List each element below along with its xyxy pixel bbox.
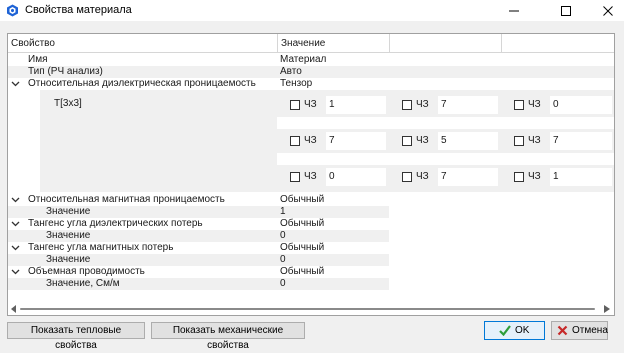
tensor-label: T[3x3]	[54, 98, 82, 109]
property-value[interactable]: 0	[280, 278, 286, 290]
frequency-dependent-label: ЧЗ	[416, 171, 429, 182]
property-label: Тангенс угла диэлектрических потерь	[28, 218, 203, 229]
maximize-button[interactable]	[544, 0, 588, 21]
header-property: Свойство	[11, 38, 55, 49]
show-thermal-properties-button[interactable]: Показать тепловые свойства	[7, 322, 145, 351]
property-row[interactable]: Тангенс угла диэлектрических потерь Обычн…	[8, 218, 614, 230]
show-thermal-properties-label: Показать тепловые свойства	[30, 325, 122, 351]
checkmark-icon	[499, 325, 511, 336]
frequency-dependent-checkbox[interactable]	[402, 172, 412, 182]
frequency-dependent-checkbox[interactable]	[290, 100, 300, 110]
ok-button[interactable]: OK	[484, 321, 545, 340]
header-value: Значение	[281, 38, 326, 49]
frequency-dependent-checkbox[interactable]	[514, 136, 524, 146]
tensor-value-field[interactable]: 5	[438, 132, 498, 150]
scroll-left-icon[interactable]	[11, 305, 17, 313]
frequency-dependent-label: ЧЗ	[528, 135, 541, 146]
property-label: Значение	[46, 230, 91, 241]
property-value[interactable]: Обычный	[280, 242, 324, 254]
tensor-value-field[interactable]: 7	[438, 168, 498, 186]
frequency-dependent-checkbox[interactable]	[514, 172, 524, 182]
property-value[interactable]: 0	[280, 230, 286, 242]
chevron-down-icon[interactable]	[11, 268, 20, 276]
tensor-row-gap	[277, 153, 614, 165]
frequency-dependent-label: ЧЗ	[304, 135, 317, 146]
property-row[interactable]: Относительная магнитная проницаемость Обы…	[8, 194, 614, 206]
cancel-button[interactable]: Отмена	[551, 321, 608, 340]
frequency-dependent-label: ЧЗ	[528, 171, 541, 182]
tensor-value-field[interactable]: 1	[326, 96, 386, 114]
property-row[interactable]: Значение, См/м 0	[8, 278, 389, 290]
show-mechanical-properties-button[interactable]: Показать механические свойства	[151, 322, 305, 351]
show-mechanical-properties-label: Показать механические свойства	[172, 325, 284, 351]
property-row[interactable]: Тангенс угла магнитных потерь Обычный	[8, 242, 614, 254]
frequency-dependent-label: ЧЗ	[416, 99, 429, 110]
frequency-dependent-checkbox[interactable]	[402, 100, 412, 110]
property-value[interactable]: Обычный	[280, 218, 324, 230]
frequency-dependent-label: ЧЗ	[304, 171, 317, 182]
tensor-value-field[interactable]: 1	[550, 168, 612, 186]
close-button[interactable]	[586, 0, 624, 21]
frequency-dependent-checkbox[interactable]	[290, 172, 300, 182]
property-label: Относительная магнитная проницаемость	[28, 194, 225, 205]
property-grid: Свойство Значение Имя Материал Тип (РЧ ана…	[8, 34, 614, 302]
tensor-value-field[interactable]: 0	[326, 168, 386, 186]
property-row[interactable]: Объемная проводимость Обычный	[8, 266, 614, 278]
property-value[interactable]: 1	[280, 206, 286, 218]
property-value[interactable]: Авто	[280, 66, 302, 78]
header-divider[interactable]	[389, 34, 390, 52]
cancel-x-icon	[557, 325, 568, 336]
property-row[interactable]: Относительная диэлектрическая проницаемо…	[8, 78, 614, 90]
chevron-down-icon[interactable]	[11, 220, 20, 228]
tensor-value-field[interactable]: 7	[438, 96, 498, 114]
maximize-icon	[561, 5, 571, 16]
property-row[interactable]: Значение 0	[8, 254, 389, 266]
horizontal-scrollbar[interactable]	[8, 302, 614, 315]
scrollbar-thumb[interactable]	[20, 308, 595, 310]
property-value[interactable]: Тензор	[280, 78, 312, 90]
chevron-down-icon[interactable]	[11, 196, 20, 204]
property-value[interactable]: 0	[280, 254, 286, 266]
property-grid-panel: Свойство Значение Имя Материал Тип (РЧ ана…	[7, 33, 615, 316]
minimize-icon	[509, 10, 519, 11]
frequency-dependent-label: ЧЗ	[528, 99, 541, 110]
property-value[interactable]: Обычный	[280, 194, 324, 206]
chevron-down-icon[interactable]	[11, 80, 20, 88]
frequency-dependent-label: ЧЗ	[304, 99, 317, 110]
header-divider[interactable]	[277, 34, 278, 52]
title-bar: Свойства материала	[0, 0, 624, 21]
property-row[interactable]: Имя Материал	[8, 54, 614, 66]
property-row[interactable]: Значение 1	[8, 206, 389, 218]
property-label: Значение, См/м	[46, 278, 120, 289]
frequency-dependent-checkbox[interactable]	[290, 136, 300, 146]
property-label: Значение	[46, 254, 91, 265]
property-label: Значение	[46, 206, 91, 217]
property-label: Имя	[28, 54, 48, 65]
tensor-row-gap	[277, 117, 614, 129]
header-separator	[8, 52, 614, 53]
frequency-dependent-checkbox[interactable]	[514, 100, 524, 110]
chevron-down-icon[interactable]	[11, 244, 20, 252]
property-label: Тангенс угла магнитных потерь	[28, 242, 174, 253]
app-gem-icon	[7, 4, 18, 17]
window-title: Свойства материала	[25, 4, 132, 16]
tensor-value-field[interactable]: 7	[550, 132, 612, 150]
header-divider[interactable]	[501, 34, 502, 52]
ok-label: OK	[515, 325, 530, 336]
property-row[interactable]: Значение 0	[8, 230, 389, 242]
frequency-dependent-checkbox[interactable]	[402, 136, 412, 146]
property-value[interactable]: Обычный	[280, 266, 324, 278]
property-value[interactable]: Материал	[280, 54, 326, 66]
property-label: Относительная диэлектрическая проницаемо…	[28, 78, 256, 89]
property-label: Объемная проводимость	[28, 266, 145, 277]
tensor-value-field[interactable]: 0	[550, 96, 612, 114]
scroll-right-icon[interactable]	[604, 305, 610, 313]
cancel-label: Отмена	[572, 325, 608, 336]
property-label: Тип (РЧ анализ)	[28, 66, 103, 77]
tensor-value-field[interactable]: 7	[326, 132, 386, 150]
frequency-dependent-label: ЧЗ	[416, 135, 429, 146]
minimize-button[interactable]	[492, 0, 536, 21]
property-row[interactable]: Тип (РЧ анализ) Авто	[8, 66, 614, 78]
close-icon	[603, 5, 613, 16]
